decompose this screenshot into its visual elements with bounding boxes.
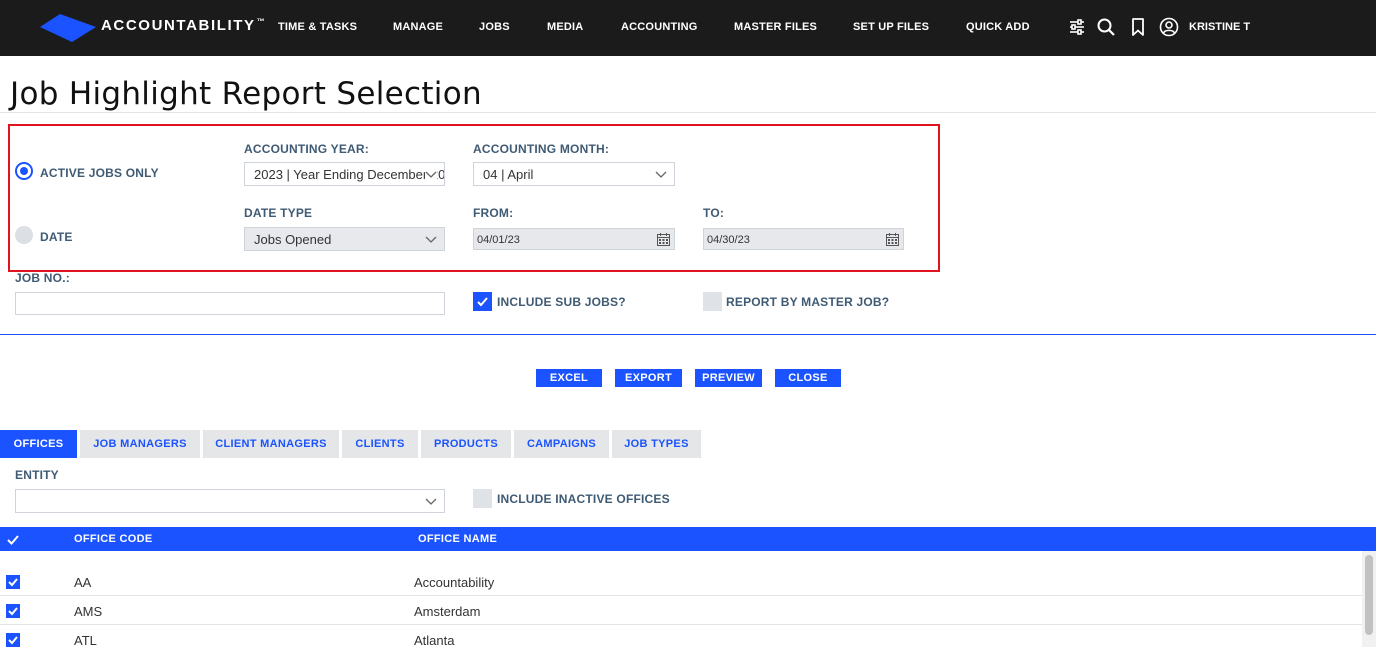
from-date-input[interactable]: 04/01/23	[473, 228, 675, 250]
office-name-cell: Atlanta	[414, 633, 455, 647]
report-by-master-job-label: REPORT BY MASTER JOB?	[726, 295, 890, 309]
accounting-year-select[interactable]: 2023 | Year Ending December 2023	[244, 162, 445, 186]
office-code-cell: AA	[74, 575, 92, 590]
date-type-value: Jobs Opened	[254, 232, 332, 247]
report-by-master-job-checkbox[interactable]	[703, 292, 722, 311]
column-header-office-code[interactable]: OFFICE CODE	[74, 533, 152, 545]
section-divider	[0, 334, 1376, 335]
sliders-icon[interactable]	[1067, 17, 1087, 37]
active-jobs-label: ACTIVE JOBS ONLY	[40, 166, 159, 180]
job-no-label: JOB NO.:	[15, 271, 70, 285]
nav-quick-add[interactable]: QUICK ADD	[966, 21, 1030, 33]
to-label: TO:	[703, 206, 725, 220]
table-row[interactable]: ATL Atlanta	[0, 625, 1362, 647]
office-name-cell: Amsterdam	[414, 604, 481, 619]
entity-label: ENTITY	[15, 468, 59, 482]
brand-name: ACCOUNTABILITY™	[101, 17, 265, 34]
chevron-down-icon	[425, 167, 437, 181]
from-date-value: 04/01/23	[477, 234, 520, 246]
table-row[interactable]: AMS Amsterdam	[0, 596, 1362, 625]
check-icon	[8, 607, 18, 616]
scrollbar-thumb[interactable]	[1365, 555, 1373, 635]
calendar-icon[interactable]	[886, 233, 899, 246]
accounting-month-value: 04 | April	[483, 167, 534, 182]
date-label: DATE	[40, 230, 73, 244]
entity-select[interactable]	[15, 489, 445, 513]
nav-manage[interactable]: MANAGE	[393, 21, 443, 33]
user-name[interactable]: KRISTINE T	[1189, 21, 1250, 33]
user-circle-icon[interactable]	[1159, 17, 1179, 37]
to-date-value: 04/30/23	[707, 234, 750, 246]
tab-job-types[interactable]: JOB TYPES	[612, 430, 701, 458]
nav-time-tasks[interactable]: TIME & TASKS	[278, 21, 357, 33]
office-code-cell: ATL	[74, 633, 97, 647]
chevron-down-icon	[425, 232, 437, 246]
accounting-month-select[interactable]: 04 | April	[473, 162, 675, 186]
row-checkbox[interactable]	[6, 633, 20, 647]
tab-job-managers[interactable]: JOB MANAGERS	[80, 430, 200, 458]
preview-button[interactable]: PREVIEW	[695, 369, 762, 387]
top-nav-bar: ACCOUNTABILITY™ TIME & TASKS MANAGE JOBS…	[0, 0, 1376, 56]
include-inactive-offices-label: INCLUDE INACTIVE OFFICES	[497, 492, 670, 506]
date-type-label: DATE TYPE	[244, 206, 313, 220]
calendar-icon[interactable]	[657, 233, 670, 246]
date-type-select[interactable]: Jobs Opened	[244, 227, 445, 251]
column-header-office-name[interactable]: OFFICE NAME	[418, 533, 497, 545]
accountability-logo-icon[interactable]	[40, 12, 96, 44]
nav-jobs[interactable]: JOBS	[479, 21, 510, 33]
tab-clients[interactable]: CLIENTS	[342, 430, 418, 458]
offices-table-header: OFFICE CODE OFFICE NAME	[0, 527, 1376, 551]
page-title: Job Highlight Report Selection	[10, 76, 482, 112]
chevron-down-icon	[655, 167, 667, 181]
export-button[interactable]: EXPORT	[615, 369, 682, 387]
search-icon[interactable]	[1096, 17, 1116, 37]
to-date-input[interactable]: 04/30/23	[703, 228, 904, 250]
row-checkbox[interactable]	[6, 604, 20, 618]
office-code-cell: AMS	[74, 604, 103, 619]
title-divider	[0, 112, 1376, 113]
check-icon	[8, 578, 18, 587]
include-sub-jobs-label: INCLUDE SUB JOBS?	[497, 295, 626, 309]
select-all-check-icon[interactable]	[7, 534, 19, 546]
office-name-cell: Accountability	[414, 575, 495, 590]
bookmark-icon[interactable]	[1128, 17, 1148, 37]
row-checkbox[interactable]	[6, 575, 20, 589]
table-row[interactable]: AA Accountability	[0, 567, 1362, 596]
from-label: FROM:	[473, 206, 514, 220]
tab-campaigns[interactable]: CAMPAIGNS	[514, 430, 609, 458]
include-sub-jobs-checkbox[interactable]	[473, 292, 492, 311]
nav-master-files[interactable]: MASTER FILES	[734, 21, 817, 33]
date-radio[interactable]	[15, 226, 33, 244]
tab-offices[interactable]: OFFICES	[0, 430, 77, 458]
nav-accounting[interactable]: ACCOUNTING	[621, 21, 698, 33]
excel-button[interactable]: EXCEL	[536, 369, 602, 387]
table-scrollbar[interactable]	[1362, 551, 1376, 647]
accounting-year-label: ACCOUNTING YEAR:	[244, 142, 369, 156]
include-inactive-offices-checkbox[interactable]	[473, 489, 492, 508]
nav-set-up-files[interactable]: SET UP FILES	[853, 21, 929, 33]
chevron-down-icon	[425, 494, 437, 508]
tab-products[interactable]: PRODUCTS	[421, 430, 511, 458]
nav-media[interactable]: MEDIA	[547, 21, 583, 33]
job-no-input[interactable]	[15, 292, 445, 315]
close-button[interactable]: CLOSE	[775, 369, 841, 387]
accounting-month-label: ACCOUNTING MONTH:	[473, 142, 610, 156]
tab-client-managers[interactable]: CLIENT MANAGERS	[203, 430, 339, 458]
check-icon	[477, 297, 488, 307]
active-jobs-radio[interactable]	[15, 162, 33, 180]
accounting-year-value: 2023 | Year Ending December 2023	[254, 167, 445, 182]
check-icon	[8, 636, 18, 645]
